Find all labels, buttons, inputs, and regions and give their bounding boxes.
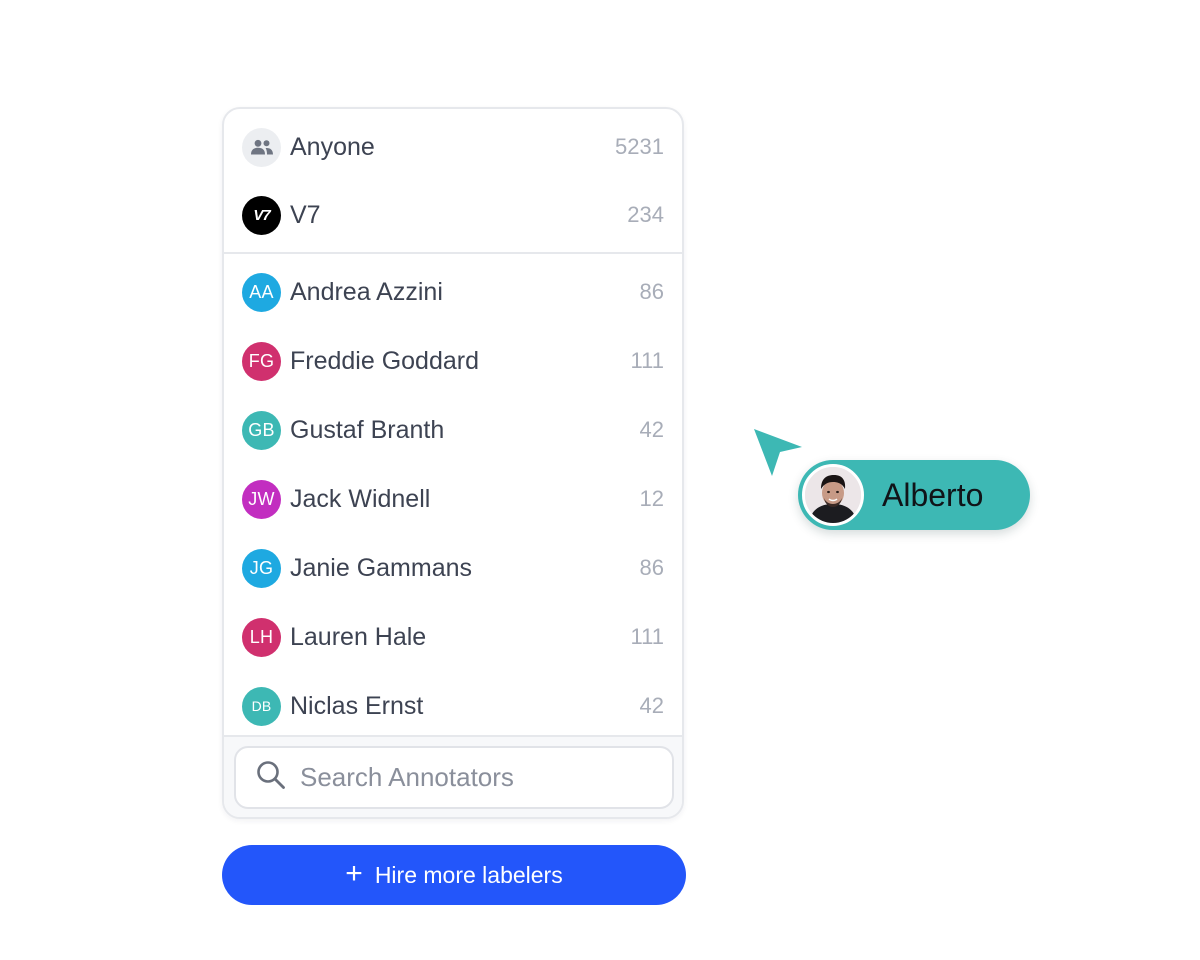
group-divider — [224, 252, 682, 254]
group-item-v7[interactable]: V7 V7 234 — [224, 185, 682, 245]
group-count: 234 — [627, 202, 664, 227]
annotator-item[interactable]: LH Lauren Hale 111 — [224, 607, 682, 667]
annotator-avatar: AA — [242, 272, 281, 312]
annotator-item[interactable]: AA Andrea Azzini 86 — [224, 262, 682, 322]
annotator-item[interactable]: DB Niclas Ernst 42 — [224, 676, 682, 736]
annotator-select-panel: Anyone 5231 V7 V7 234 AA Andrea Azzini 8… — [222, 107, 684, 819]
annotator-avatar: DB — [242, 686, 281, 726]
annotator-count: 111 — [630, 348, 664, 373]
cursor-user-tag: Alberto — [798, 460, 1030, 530]
annotator-name: Niclas Ernst — [290, 691, 424, 720]
search-icon — [256, 760, 286, 795]
annotator-avatar: LH — [242, 617, 281, 657]
group-item-anyone[interactable]: Anyone 5231 — [224, 117, 682, 177]
annotator-name: Lauren Hale — [290, 622, 427, 651]
annotator-count: 42 — [639, 417, 664, 442]
hire-more-labelers-button[interactable]: + Hire more labelers — [222, 845, 686, 905]
annotator-count: 86 — [639, 279, 664, 304]
annotator-name: Gustaf Branth — [290, 415, 445, 444]
cursor-arrow-icon — [754, 429, 802, 476]
annotator-avatar: JW — [242, 479, 281, 519]
annotator-count: 111 — [630, 624, 664, 649]
group-label: Anyone — [290, 132, 375, 161]
annotator-avatar: FG — [242, 341, 281, 381]
annotator-name: Andrea Azzini — [290, 277, 443, 306]
cursor-user-name: Alberto — [882, 476, 984, 513]
v7-logo-icon: V7 — [242, 195, 281, 235]
search-footer — [224, 735, 682, 817]
annotator-item[interactable]: GB Gustaf Branth 42 — [224, 400, 682, 460]
annotator-name: Jack Widnell — [290, 484, 431, 513]
annotator-avatar: GB — [242, 410, 281, 450]
people-icon — [242, 127, 281, 167]
search-input[interactable] — [298, 761, 662, 794]
plus-icon: + — [345, 857, 363, 890]
annotator-count: 12 — [639, 486, 664, 511]
user-avatar — [802, 464, 864, 526]
annotator-name: Freddie Goddard — [290, 346, 480, 375]
annotator-avatar: JG — [242, 548, 281, 588]
group-count: 5231 — [615, 134, 664, 159]
annotator-item[interactable]: JW Jack Widnell 12 — [224, 469, 682, 529]
search-box[interactable] — [234, 746, 674, 809]
annotator-item[interactable]: FG Freddie Goddard 111 — [224, 331, 682, 391]
hire-button-label: Hire more labelers — [374, 861, 563, 888]
annotator-item[interactable]: JG Janie Gammans 86 — [224, 538, 682, 598]
annotator-count: 42 — [639, 693, 664, 718]
annotator-count: 86 — [639, 555, 664, 580]
group-label: V7 — [290, 200, 321, 229]
collaborator-cursor: Alberto — [752, 428, 1042, 538]
annotator-name: Janie Gammans — [290, 553, 473, 582]
